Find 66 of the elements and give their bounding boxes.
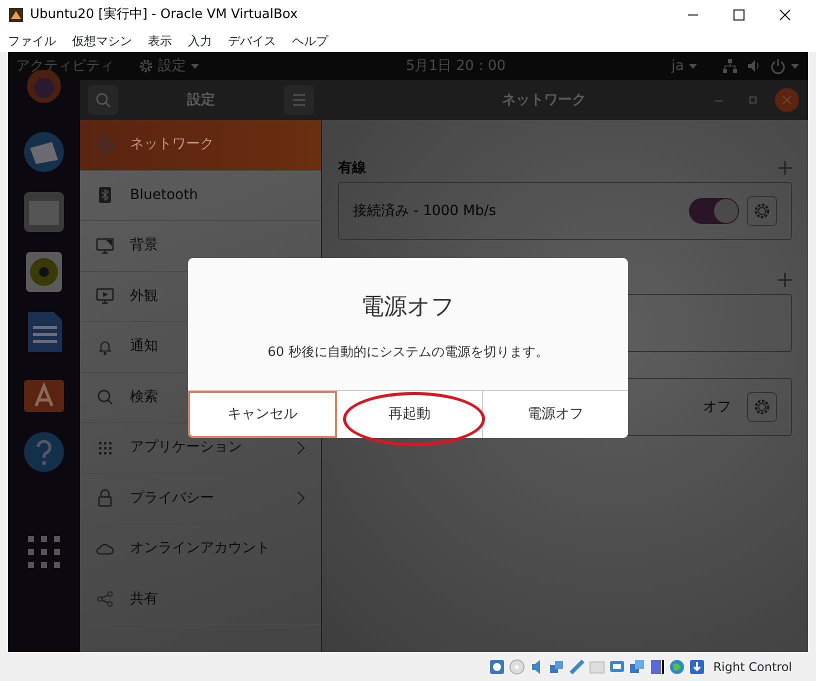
menu-item[interactable]: 表示 — [148, 32, 172, 50]
input-method-label: ja — [672, 56, 684, 76]
menu-item[interactable]: デバイス — [228, 32, 276, 50]
page-title: ネットワーク — [502, 92, 586, 108]
sidebar-label: 背景 — [130, 236, 158, 256]
sidebar-title: 設定 — [187, 92, 215, 108]
host-key-label: Right Control — [713, 658, 792, 676]
search-icon — [96, 388, 114, 406]
add-icon[interactable] — [778, 161, 792, 175]
dialog-title: 電源オフ — [360, 293, 456, 322]
gear-icon — [138, 58, 154, 74]
mail-icon[interactable] — [22, 130, 66, 174]
menu-item[interactable]: ファイル — [8, 32, 56, 50]
folder-icon[interactable] — [22, 190, 66, 234]
connection-status: 接続済み - 1000 Mb/s — [353, 202, 498, 220]
download-icon — [689, 658, 706, 674]
windows-icon — [629, 658, 646, 674]
menu-button[interactable] — [284, 85, 314, 115]
app-icon — [8, 7, 24, 23]
settings-button[interactable] — [747, 392, 777, 422]
section-heading: 有線 — [338, 158, 366, 178]
menu-item[interactable]: ヘルプ — [292, 32, 328, 50]
window-title: Ubuntu20 [実行中] - Oracle VM VirtualBox — [30, 6, 298, 24]
monitor-icon — [96, 287, 114, 306]
dialog-button[interactable]: キャンセル — [188, 391, 337, 438]
sidebar-label: プライバシー — [130, 488, 214, 508]
caret-icon — [688, 62, 698, 70]
sidebar-label: ネットワーク — [130, 135, 214, 154]
sidebar-label: アプリケーション — [130, 438, 242, 458]
toggle-switch[interactable] — [689, 198, 739, 224]
bluetooth-icon — [96, 186, 114, 204]
monitor-icon — [96, 236, 114, 255]
globe-icon — [669, 658, 686, 674]
dialog-message: 60 秒後に自動的にシステムの電源を切ります。 — [266, 344, 550, 362]
search-button[interactable] — [88, 85, 118, 115]
sidebar-item[interactable]: プライバシー — [80, 474, 321, 524]
sidebar-label: 共有 — [130, 590, 158, 609]
sidebar-label: 通知 — [130, 337, 158, 356]
dialog-button[interactable]: 電源オフ — [483, 391, 628, 438]
globe-icon — [96, 136, 114, 154]
status-text: オフ — [703, 398, 731, 416]
dialog-button[interactable]: 再起動 — [337, 391, 483, 438]
caret-icon — [190, 62, 200, 70]
network-icon — [549, 658, 566, 674]
menu-item[interactable]: 入力 — [188, 32, 212, 50]
help-icon[interactable] — [22, 430, 66, 474]
lock-icon — [96, 489, 114, 508]
folder-icon — [589, 658, 606, 674]
sidebar-label: 外観 — [130, 286, 158, 306]
sidebar-label: Bluetooth — [130, 186, 198, 205]
sidebar-label: オンラインアカウント — [130, 539, 270, 558]
menu-item[interactable]: 仮想マシン — [72, 32, 132, 50]
power-icon[interactable] — [770, 58, 786, 74]
caret-icon — [790, 62, 800, 70]
add-icon[interactable] — [778, 273, 792, 287]
chevron-icon — [297, 491, 305, 506]
app-menu-label: 設定 — [158, 56, 186, 76]
display-icon — [609, 658, 626, 674]
chevron-icon — [297, 440, 305, 455]
network-icon[interactable] — [722, 58, 738, 74]
sidebar-label: 検索 — [130, 388, 158, 407]
sidebar-item[interactable]: Bluetooth — [80, 170, 321, 221]
sidebar-item[interactable]: ネットワーク — [80, 120, 321, 170]
optical-disc-icon — [509, 658, 526, 674]
share-icon — [96, 590, 114, 608]
settings-button[interactable] — [747, 196, 777, 226]
